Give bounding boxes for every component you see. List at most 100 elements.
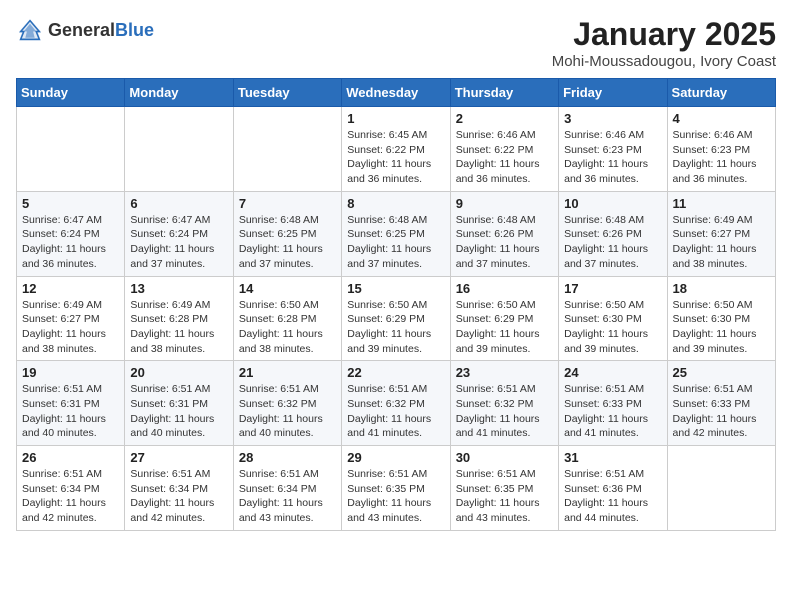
calendar-day-cell: 18 Sunrise: 6:50 AM Sunset: 6:30 PM Dayli… — [667, 276, 775, 361]
day-info: Sunrise: 6:50 AM Sunset: 6:29 PM Dayligh… — [456, 298, 553, 357]
calendar-day-cell: 25 Sunrise: 6:51 AM Sunset: 6:33 PM Dayli… — [667, 361, 775, 446]
day-info: Sunrise: 6:51 AM Sunset: 6:31 PM Dayligh… — [130, 382, 227, 441]
calendar-day-cell: 24 Sunrise: 6:51 AM Sunset: 6:33 PM Dayli… — [559, 361, 667, 446]
day-number: 12 — [22, 281, 119, 296]
weekday-header-friday: Friday — [559, 79, 667, 107]
calendar-day-cell: 7Sunrise: 6:48 AM Sunset: 6:25 PM Daylig… — [233, 191, 341, 276]
day-number: 21 — [239, 365, 336, 380]
day-number: 13 — [130, 281, 227, 296]
day-number: 23 — [456, 365, 553, 380]
calendar-day-cell: 12 Sunrise: 6:49 AM Sunset: 6:27 PM Dayli… — [17, 276, 125, 361]
day-number: 29 — [347, 450, 444, 465]
day-info: Sunrise: 6:49 AM Sunset: 6:28 PM Dayligh… — [130, 298, 227, 357]
day-info: Sunrise: 6:51 AM Sunset: 6:33 PM Dayligh… — [673, 382, 770, 441]
calendar-empty-cell — [17, 107, 125, 192]
calendar-week-row: 19 Sunrise: 6:51 AM Sunset: 6:31 PM Dayli… — [17, 361, 776, 446]
calendar-day-cell: 1 Sunrise: 6:45 AM Sunset: 6:22 PM Daylig… — [342, 107, 450, 192]
day-info: Sunrise: 6:50 AM Sunset: 6:28 PM Dayligh… — [239, 298, 336, 357]
logo-blue-text: Blue — [115, 20, 154, 41]
calendar-day-cell: 9 Sunrise: 6:48 AM Sunset: 6:26 PM Daylig… — [450, 191, 558, 276]
day-number: 28 — [239, 450, 336, 465]
day-number: 5 — [22, 196, 119, 211]
day-info: Sunrise: 6:51 AM Sunset: 6:31 PM Dayligh… — [22, 382, 119, 441]
day-number: 2 — [456, 111, 553, 126]
day-info: Sunrise: 6:50 AM Sunset: 6:30 PM Dayligh… — [564, 298, 661, 357]
day-info: Sunrise: 6:49 AM Sunset: 6:27 PM Dayligh… — [673, 213, 770, 272]
day-number: 16 — [456, 281, 553, 296]
calendar-day-cell: 8 Sunrise: 6:48 AM Sunset: 6:25 PM Daylig… — [342, 191, 450, 276]
calendar-title: January 2025 — [552, 16, 776, 53]
calendar-day-cell: 14 Sunrise: 6:50 AM Sunset: 6:28 PM Dayli… — [233, 276, 341, 361]
calendar-empty-cell — [125, 107, 233, 192]
day-info: Sunrise: 6:51 AM Sunset: 6:35 PM Dayligh… — [456, 467, 553, 526]
day-number: 18 — [673, 281, 770, 296]
day-info: Sunrise: 6:48 AM Sunset: 6:25 PM Dayligh… — [239, 213, 336, 272]
calendar-day-cell: 13 Sunrise: 6:49 AM Sunset: 6:28 PM Dayli… — [125, 276, 233, 361]
day-number: 22 — [347, 365, 444, 380]
calendar-day-cell: 11 Sunrise: 6:49 AM Sunset: 6:27 PM Dayli… — [667, 191, 775, 276]
calendar-day-cell: 29Sunrise: 6:51 AM Sunset: 6:35 PM Dayli… — [342, 446, 450, 531]
calendar-day-cell: 16 Sunrise: 6:50 AM Sunset: 6:29 PM Dayli… — [450, 276, 558, 361]
day-info: Sunrise: 6:51 AM Sunset: 6:32 PM Dayligh… — [239, 382, 336, 441]
logo-general-text: General — [48, 20, 115, 41]
day-number: 10 — [564, 196, 661, 211]
calendar-day-cell: 30 Sunrise: 6:51 AM Sunset: 6:35 PM Dayli… — [450, 446, 558, 531]
calendar-day-cell: 27 Sunrise: 6:51 AM Sunset: 6:34 PM Dayli… — [125, 446, 233, 531]
day-number: 8 — [347, 196, 444, 211]
day-number: 4 — [673, 111, 770, 126]
day-info: Sunrise: 6:51 AM Sunset: 6:32 PM Dayligh… — [347, 382, 444, 441]
day-number: 1 — [347, 111, 444, 126]
day-number: 19 — [22, 365, 119, 380]
calendar-empty-cell — [233, 107, 341, 192]
calendar-day-cell: 22 Sunrise: 6:51 AM Sunset: 6:32 PM Dayli… — [342, 361, 450, 446]
day-info: Sunrise: 6:46 AM Sunset: 6:23 PM Dayligh… — [673, 128, 770, 187]
day-info: Sunrise: 6:48 AM Sunset: 6:25 PM Dayligh… — [347, 213, 444, 272]
day-number: 6 — [130, 196, 227, 211]
day-number: 14 — [239, 281, 336, 296]
day-number: 30 — [456, 450, 553, 465]
calendar-day-cell: 10 Sunrise: 6:48 AM Sunset: 6:26 PM Dayli… — [559, 191, 667, 276]
day-info: Sunrise: 6:48 AM Sunset: 6:26 PM Dayligh… — [564, 213, 661, 272]
calendar-week-row: 5 Sunrise: 6:47 AM Sunset: 6:24 PM Daylig… — [17, 191, 776, 276]
day-number: 15 — [347, 281, 444, 296]
day-number: 25 — [673, 365, 770, 380]
calendar-day-cell: 26Sunrise: 6:51 AM Sunset: 6:34 PM Dayli… — [17, 446, 125, 531]
logo: General Blue — [16, 16, 154, 44]
day-number: 11 — [673, 196, 770, 211]
page-header: General Blue January 2025 Mohi-Moussadou… — [16, 16, 776, 70]
calendar-day-cell: 2Sunrise: 6:46 AM Sunset: 6:22 PM Daylig… — [450, 107, 558, 192]
day-info: Sunrise: 6:51 AM Sunset: 6:33 PM Dayligh… — [564, 382, 661, 441]
day-number: 26 — [22, 450, 119, 465]
calendar-day-cell: 28Sunrise: 6:51 AM Sunset: 6:34 PM Dayli… — [233, 446, 341, 531]
day-number: 20 — [130, 365, 227, 380]
calendar-week-row: 1 Sunrise: 6:45 AM Sunset: 6:22 PM Daylig… — [17, 107, 776, 192]
calendar-day-cell: 23 Sunrise: 6:51 AM Sunset: 6:32 PM Dayli… — [450, 361, 558, 446]
weekday-header-sunday: Sunday — [17, 79, 125, 107]
logo-icon — [16, 16, 44, 44]
day-info: Sunrise: 6:50 AM Sunset: 6:29 PM Dayligh… — [347, 298, 444, 357]
day-info: Sunrise: 6:47 AM Sunset: 6:24 PM Dayligh… — [130, 213, 227, 272]
day-info: Sunrise: 6:51 AM Sunset: 6:32 PM Dayligh… — [456, 382, 553, 441]
day-info: Sunrise: 6:48 AM Sunset: 6:26 PM Dayligh… — [456, 213, 553, 272]
day-info: Sunrise: 6:50 AM Sunset: 6:30 PM Dayligh… — [673, 298, 770, 357]
calendar-day-cell: 4 Sunrise: 6:46 AM Sunset: 6:23 PM Daylig… — [667, 107, 775, 192]
day-number: 27 — [130, 450, 227, 465]
day-info: Sunrise: 6:46 AM Sunset: 6:23 PM Dayligh… — [564, 128, 661, 187]
weekday-header-monday: Monday — [125, 79, 233, 107]
day-info: Sunrise: 6:45 AM Sunset: 6:22 PM Dayligh… — [347, 128, 444, 187]
day-number: 9 — [456, 196, 553, 211]
day-info: Sunrise: 6:51 AM Sunset: 6:34 PM Dayligh… — [130, 467, 227, 526]
calendar-location: Mohi-Moussadougou, Ivory Coast — [552, 53, 776, 70]
weekday-header-saturday: Saturday — [667, 79, 775, 107]
day-info: Sunrise: 6:49 AM Sunset: 6:27 PM Dayligh… — [22, 298, 119, 357]
calendar-empty-cell — [667, 446, 775, 531]
calendar-day-cell: 6 Sunrise: 6:47 AM Sunset: 6:24 PM Daylig… — [125, 191, 233, 276]
day-number: 24 — [564, 365, 661, 380]
weekday-header-row: SundayMondayTuesdayWednesdayThursdayFrid… — [17, 79, 776, 107]
day-number: 3 — [564, 111, 661, 126]
title-block: January 2025 Mohi-Moussadougou, Ivory Co… — [552, 16, 776, 70]
calendar-table: SundayMondayTuesdayWednesdayThursdayFrid… — [16, 78, 776, 531]
calendar-day-cell: 3 Sunrise: 6:46 AM Sunset: 6:23 PM Daylig… — [559, 107, 667, 192]
weekday-header-wednesday: Wednesday — [342, 79, 450, 107]
calendar-day-cell: 31Sunrise: 6:51 AM Sunset: 6:36 PM Dayli… — [559, 446, 667, 531]
